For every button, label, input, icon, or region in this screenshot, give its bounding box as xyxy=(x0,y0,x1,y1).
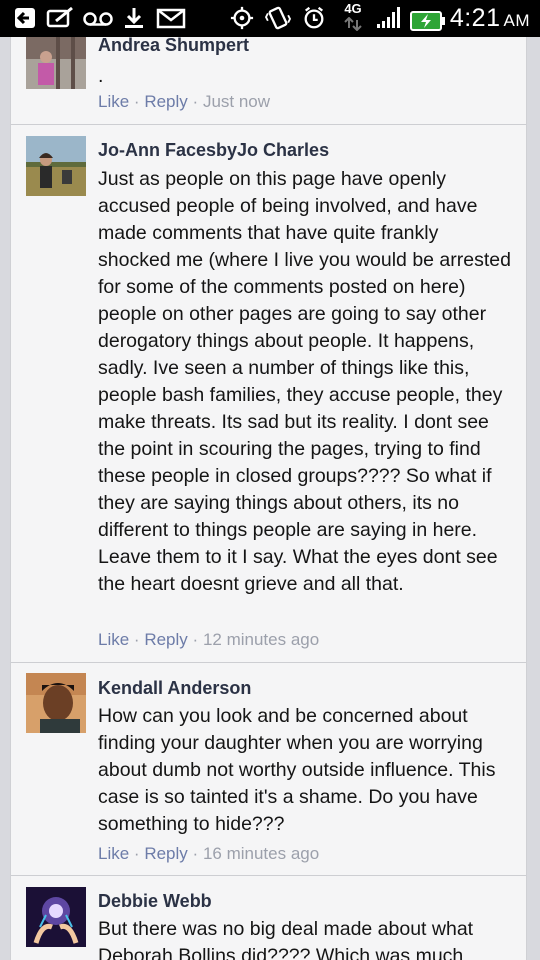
separator: · xyxy=(192,92,199,111)
avatar[interactable] xyxy=(26,37,86,89)
reply-link[interactable]: Reply xyxy=(144,844,187,863)
like-link[interactable]: Like xyxy=(98,844,129,863)
edit-message-icon xyxy=(46,6,73,28)
gps-icon xyxy=(230,6,254,30)
comment-timestamp: Just now xyxy=(202,92,271,111)
comment-text: Just as people on this page have openly … xyxy=(98,168,511,595)
separator: · xyxy=(133,92,140,111)
clock: 4:21 AM xyxy=(450,4,530,33)
comment-item: Andrea Shumpert . Like · Reply · Just no… xyxy=(11,37,526,123)
comment-item: Jo-Ann FacesbyJo Charles Just as people … xyxy=(11,125,526,661)
separator: · xyxy=(192,630,199,649)
comment-author[interactable]: Kendall Anderson xyxy=(98,678,251,699)
comment-text: But there was no big deal made about wha… xyxy=(98,918,474,960)
signal-strength-icon xyxy=(377,7,400,28)
comment-author[interactable]: Jo-Ann FacesbyJo Charles xyxy=(98,140,329,161)
network-type-indicator: 4G xyxy=(340,2,366,31)
alarm-icon xyxy=(304,6,324,29)
comment-list[interactable]: Andrea Shumpert . Like · Reply · Just no… xyxy=(10,37,527,960)
avatar-image xyxy=(26,887,86,947)
avatar[interactable] xyxy=(26,136,86,196)
like-link[interactable]: Like xyxy=(98,630,129,649)
separator: · xyxy=(133,844,140,863)
network-type-label: 4G xyxy=(344,1,362,16)
comment-actions: Like · Reply · 16 minutes ago xyxy=(98,844,319,864)
status-bar: 4G 4:21 AM xyxy=(0,0,540,37)
data-activity-icon xyxy=(344,17,362,31)
avatar-image xyxy=(26,673,86,733)
comment-timestamp: 12 minutes ago xyxy=(202,630,320,649)
comment-timestamp: 16 minutes ago xyxy=(202,844,320,863)
comment-actions: Like · Reply · Just now xyxy=(98,92,270,112)
back-arrow-icon xyxy=(15,8,35,28)
avatar[interactable] xyxy=(26,887,86,947)
avatar[interactable] xyxy=(26,673,86,733)
comment-item: Debbie Webb But there was no big deal ma… xyxy=(11,876,526,960)
comment-author[interactable]: Andrea Shumpert xyxy=(98,37,249,56)
comment-actions: Like · Reply · 12 minutes ago xyxy=(98,630,319,650)
comment-text: . xyxy=(98,65,104,87)
reply-link[interactable]: Reply xyxy=(144,92,187,111)
download-icon xyxy=(125,8,143,28)
clock-ampm: AM xyxy=(503,11,530,30)
voicemail-icon xyxy=(83,12,113,26)
comment-text: How can you look and be concerned about … xyxy=(98,705,496,835)
comment-item: Kendall Anderson How can you look and be… xyxy=(11,663,526,885)
like-link[interactable]: Like xyxy=(98,92,129,111)
avatar-image xyxy=(26,37,86,89)
vibrate-icon xyxy=(264,6,292,30)
avatar-image xyxy=(26,136,86,196)
separator: · xyxy=(133,630,140,649)
reply-link[interactable]: Reply xyxy=(144,630,187,649)
clock-time: 4:21 xyxy=(449,4,501,32)
mail-icon xyxy=(156,8,186,29)
comment-author[interactable]: Debbie Webb xyxy=(98,891,212,912)
separator: · xyxy=(192,844,199,863)
battery-charging-icon xyxy=(410,11,445,31)
